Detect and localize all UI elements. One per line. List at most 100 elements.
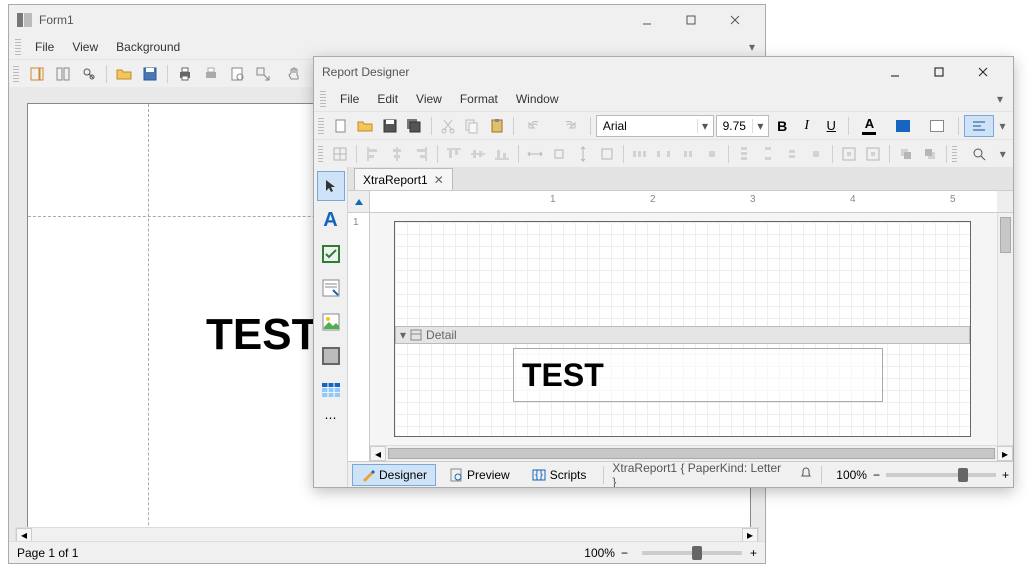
size-to-grid-button[interactable] — [548, 143, 570, 165]
align-centers-button[interactable] — [386, 143, 408, 165]
tab-scripts[interactable]: {} Scripts — [523, 464, 596, 486]
close-button[interactable] — [713, 6, 757, 34]
horizontal-ruler[interactable]: 1 2 3 4 5 — [370, 191, 997, 213]
vertical-scrollbar[interactable] — [997, 213, 1013, 445]
save-all-button[interactable] — [403, 115, 426, 137]
pointer-tool[interactable] — [317, 171, 345, 201]
align-bottoms-button[interactable] — [491, 143, 513, 165]
bold-button[interactable]: B — [771, 115, 794, 137]
grip-icon[interactable] — [13, 66, 19, 82]
zoom-out-button[interactable]: − — [621, 546, 628, 560]
cut-button[interactable] — [437, 115, 460, 137]
same-width-button[interactable] — [524, 143, 546, 165]
chevron-down-icon[interactable]: ▾ — [752, 119, 768, 133]
minimize-button[interactable] — [873, 58, 917, 86]
notifications-icon[interactable] — [799, 466, 813, 483]
overflow-icon[interactable]: ▾ — [996, 147, 1009, 161]
quick-print-button[interactable] — [199, 63, 223, 85]
maximize-button[interactable] — [917, 58, 961, 86]
hand-tool-button[interactable] — [277, 63, 311, 85]
tab-designer[interactable]: Designer — [352, 464, 436, 486]
vspace-equal-button[interactable] — [734, 143, 756, 165]
hspace-decrease-button[interactable] — [677, 143, 699, 165]
overflow-icon[interactable]: ▾ — [745, 40, 759, 54]
report-label-control[interactable]: TEST — [513, 348, 883, 402]
overflow-icon[interactable]: ▾ — [996, 119, 1009, 133]
hspace-equal-button[interactable] — [629, 143, 651, 165]
maximize-button[interactable] — [669, 6, 713, 34]
copy-button[interactable] — [461, 115, 484, 137]
align-rights-button[interactable] — [410, 143, 432, 165]
send-back-button[interactable] — [919, 143, 941, 165]
center-horiz-button[interactable] — [838, 143, 860, 165]
scroll-right-icon[interactable]: ▸ — [742, 528, 758, 542]
align-left-button[interactable] — [964, 115, 994, 137]
hspace-remove-button[interactable] — [701, 143, 723, 165]
save-button[interactable] — [138, 63, 162, 85]
align-middles-button[interactable] — [467, 143, 489, 165]
highlight-button[interactable] — [921, 115, 953, 137]
richtext-tool[interactable] — [317, 273, 345, 303]
search-button[interactable] — [77, 63, 101, 85]
redo-button[interactable] — [553, 115, 585, 137]
zoom-slider[interactable] — [642, 551, 742, 555]
tab-preview[interactable]: Preview — [440, 464, 519, 486]
underline-button[interactable]: U — [820, 115, 843, 137]
paste-button[interactable] — [486, 115, 509, 137]
menu-window[interactable]: Window — [508, 90, 567, 108]
menu-format[interactable]: Format — [452, 90, 506, 108]
zoom-tool-button[interactable] — [963, 143, 994, 165]
vspace-remove-button[interactable] — [805, 143, 827, 165]
vspace-decrease-button[interactable] — [781, 143, 803, 165]
backcolor-button[interactable] — [887, 115, 919, 137]
menu-file[interactable]: File — [27, 38, 62, 56]
grip-icon[interactable] — [320, 91, 326, 107]
open-button[interactable] — [354, 115, 377, 137]
panel-tool[interactable] — [317, 341, 345, 371]
hspace-increase-button[interactable] — [653, 143, 675, 165]
chevron-down-icon[interactable]: ▾ — [697, 119, 713, 133]
designer-titlebar[interactable]: Report Designer — [314, 57, 1013, 87]
zoom-in-button[interactable]: + — [750, 546, 757, 560]
toolbox-more-icon[interactable]: ⋯ — [317, 411, 345, 425]
thumbnails-button[interactable] — [25, 63, 49, 85]
collapse-icon[interactable]: ▾ — [400, 328, 406, 342]
save-button[interactable] — [379, 115, 402, 137]
scale-button[interactable] — [251, 63, 275, 85]
label-tool[interactable]: A — [317, 205, 345, 235]
menu-background[interactable]: Background — [108, 38, 188, 56]
page-setup-button[interactable] — [225, 63, 249, 85]
same-size-button[interactable] — [596, 143, 618, 165]
same-height-button[interactable] — [572, 143, 594, 165]
form1-titlebar[interactable]: Form1 — [9, 5, 765, 35]
italic-button[interactable]: I — [795, 115, 818, 137]
scroll-left-icon[interactable]: ◂ — [16, 528, 32, 542]
grip-icon[interactable] — [318, 118, 324, 134]
grip-icon[interactable] — [15, 39, 21, 55]
checkbox-tool[interactable] — [317, 239, 345, 269]
close-button[interactable] — [961, 58, 1005, 86]
forecolor-button[interactable]: A — [853, 115, 885, 137]
document-tab[interactable]: XtraReport1 ✕ — [354, 168, 453, 190]
zoom-slider[interactable] — [886, 473, 996, 477]
horizontal-scrollbar[interactable]: ◂ ▸ — [370, 445, 1013, 461]
center-vert-button[interactable] — [862, 143, 884, 165]
scroll-right-icon[interactable]: ▸ — [997, 446, 1013, 461]
menu-file[interactable]: File — [332, 90, 367, 108]
bookmarks-button[interactable] — [51, 63, 75, 85]
align-lefts-button[interactable] — [362, 143, 384, 165]
vertical-ruler[interactable]: 1 — [348, 213, 370, 461]
align-to-grid-button[interactable] — [329, 143, 351, 165]
undo-button[interactable] — [519, 115, 551, 137]
table-tool[interactable] — [317, 375, 345, 405]
zoom-in-button[interactable]: + — [1002, 468, 1009, 482]
zoom-out-button[interactable]: − — [873, 468, 880, 482]
scroll-left-icon[interactable]: ◂ — [370, 446, 386, 461]
menu-view[interactable]: View — [64, 38, 106, 56]
grip-icon[interactable] — [318, 146, 323, 162]
grip-icon[interactable] — [952, 146, 957, 162]
picturebox-tool[interactable] — [317, 307, 345, 337]
font-name-combo[interactable]: Arial ▾ — [596, 115, 714, 137]
print-button[interactable] — [173, 63, 197, 85]
vspace-increase-button[interactable] — [757, 143, 779, 165]
